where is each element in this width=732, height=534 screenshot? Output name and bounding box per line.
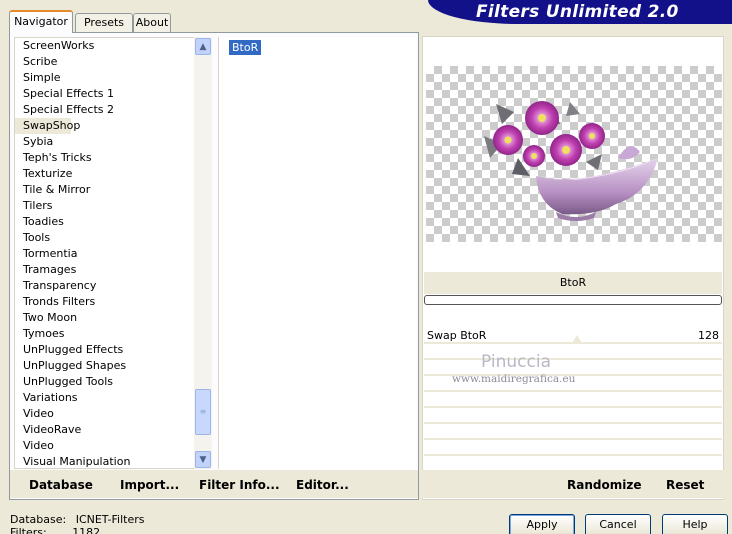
category-item[interactable]: Tile & Mirror — [15, 182, 211, 198]
help-button[interactable]: Help — [662, 514, 728, 534]
category-item[interactable]: Two Moon — [15, 310, 211, 326]
slider-row-swap-btor[interactable]: Swap BtoR 128 — [424, 328, 722, 344]
scroll-down-arrow-icon[interactable]: ▼ — [195, 451, 211, 468]
filter-item-selected[interactable]: BtoR — [229, 40, 262, 55]
slider-value: 128 — [698, 329, 719, 342]
watermark-url: www.maidiregrafica.eu — [452, 373, 576, 385]
category-item[interactable]: Video — [15, 406, 211, 422]
category-item[interactable]: Special Effects 1 — [15, 86, 211, 102]
category-item[interactable]: Teph's Tricks — [15, 150, 211, 166]
category-item[interactable]: ScreenWorks — [15, 38, 211, 54]
category-item[interactable]: Simple — [15, 70, 211, 86]
category-item[interactable]: Tramages — [15, 262, 211, 278]
reset-button[interactable]: Reset — [666, 478, 704, 492]
category-item[interactable]: Transparency — [15, 278, 211, 294]
category-item[interactable]: Tormentia — [15, 246, 211, 262]
category-item[interactable]: VideoRave — [15, 422, 211, 438]
category-item-selected[interactable]: SwapShop — [15, 118, 80, 134]
tab-navigator[interactable]: Navigator — [9, 10, 73, 33]
filter-info-button[interactable]: Filter Info... — [199, 478, 280, 492]
category-item[interactable]: Special Effects 2 — [15, 102, 211, 118]
parameter-rows: Swap BtoR 128 — [424, 328, 722, 456]
status-database-value: ICNET-Filters — [75, 513, 145, 526]
cancel-button[interactable]: Cancel — [585, 514, 651, 534]
category-item[interactable]: Video — [15, 438, 211, 454]
category-item[interactable]: Tilers — [15, 198, 211, 214]
app-title: Filters Unlimited 2.0 — [476, 2, 679, 22]
category-item[interactable]: Visual Manipulation — [15, 454, 211, 468]
empty-slider-row — [424, 440, 722, 456]
category-item[interactable]: Toadies — [15, 214, 211, 230]
filter-list[interactable]: BtoR — [218, 37, 416, 469]
category-scrollbar[interactable]: ▲ ≡ ▼ — [194, 37, 212, 469]
database-button[interactable]: Database — [29, 478, 93, 492]
watermark-name: Pinuccia — [481, 352, 551, 372]
import-button[interactable]: Import... — [120, 478, 179, 492]
category-item[interactable]: Tymoes — [15, 326, 211, 342]
scroll-up-arrow-icon[interactable]: ▲ — [195, 38, 211, 55]
category-item[interactable]: UnPlugged Effects — [15, 342, 211, 358]
category-list[interactable]: ScreenWorks Scribe Simple Special Effect… — [14, 37, 212, 469]
tab-about[interactable]: About — [133, 13, 171, 32]
category-item[interactable]: UnPlugged Shapes — [15, 358, 211, 374]
category-item[interactable]: Variations — [15, 390, 211, 406]
slider-label: Swap BtoR — [427, 329, 487, 342]
category-item[interactable]: Sybia — [15, 134, 211, 150]
empty-slider-row — [424, 424, 722, 440]
empty-slider-row — [424, 392, 722, 408]
scrollbar-thumb[interactable]: ≡ — [195, 389, 211, 435]
tab-presets[interactable]: Presets — [75, 13, 133, 32]
filter-name-label: BtoR — [559, 276, 587, 289]
status-filters: Filters: 1182 — [10, 526, 100, 534]
slider-thumb-icon[interactable] — [572, 335, 582, 343]
flower-bowl-image — [484, 101, 658, 221]
randomize-button[interactable]: Randomize — [567, 478, 641, 492]
status-database-label: Database: — [10, 513, 67, 526]
status-database: Database: ICNET-Filters — [10, 513, 144, 526]
apply-button[interactable]: Apply — [509, 514, 575, 534]
category-item[interactable]: Tronds Filters — [15, 294, 211, 310]
category-item[interactable]: Scribe — [15, 54, 211, 70]
category-item[interactable]: UnPlugged Tools — [15, 374, 211, 390]
preview-area — [426, 66, 722, 242]
empty-slider-row — [424, 344, 722, 360]
status-filters-label: Filters: — [10, 526, 47, 534]
category-item[interactable]: Tools — [15, 230, 211, 246]
filter-name-box — [424, 295, 722, 305]
editor-button[interactable]: Editor... — [296, 478, 349, 492]
empty-slider-row — [424, 408, 722, 424]
category-item[interactable]: Texturize — [15, 166, 211, 182]
status-filters-value: 1182 — [72, 526, 101, 534]
